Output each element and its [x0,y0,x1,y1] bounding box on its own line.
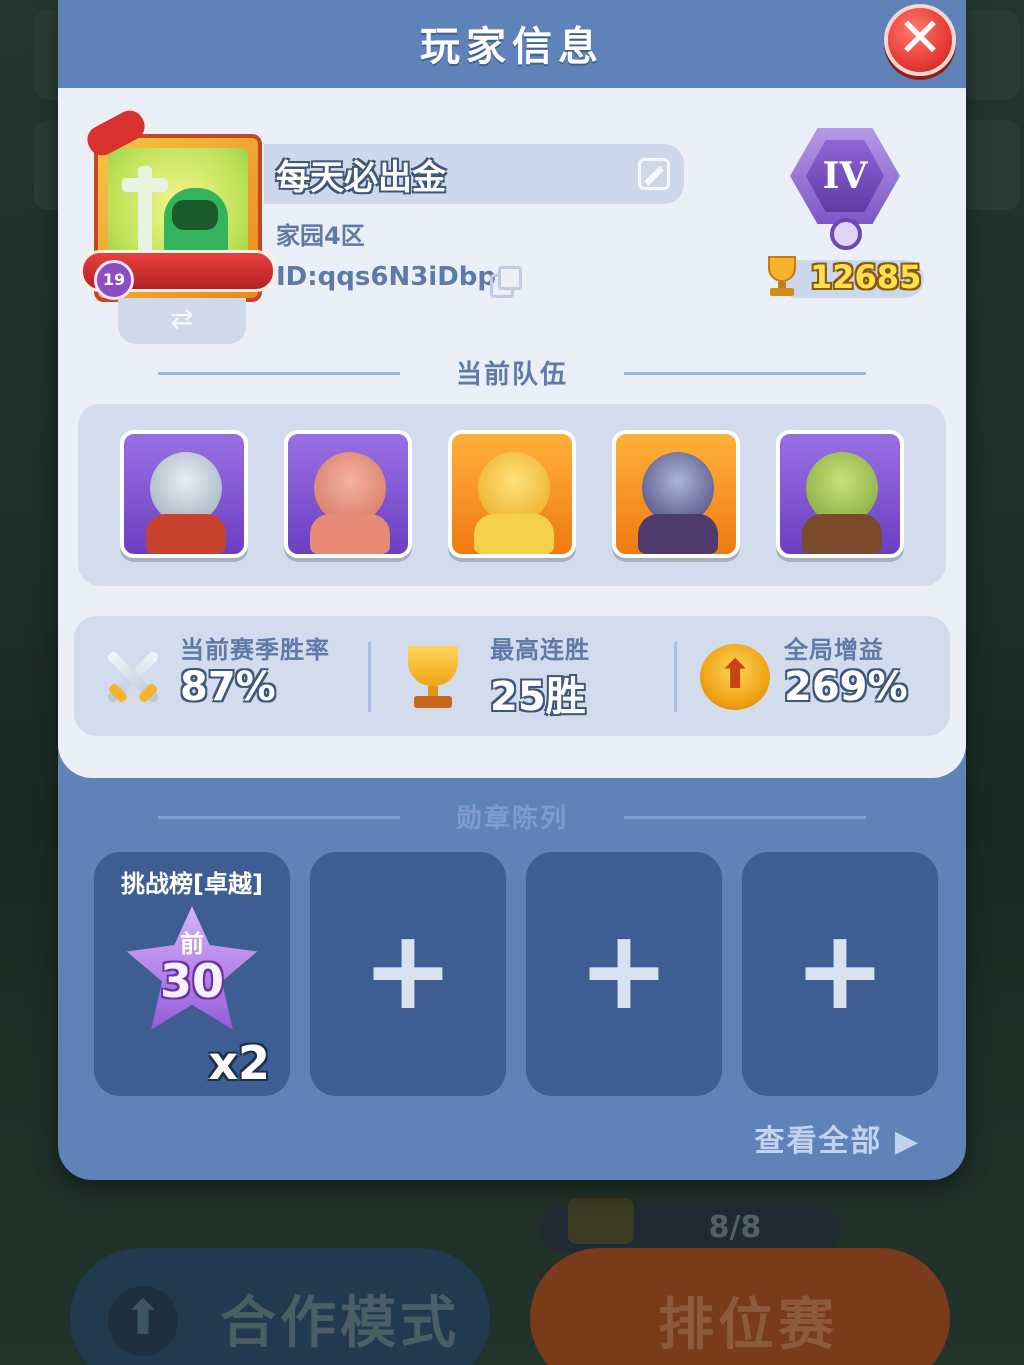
trophy-icon [400,642,466,712]
season-winrate-label: 当前赛季胜率 [180,636,330,664]
trophy-count: 12685 [810,258,922,296]
swap-icon: ⇄ [170,302,194,335]
ranked-button[interactable]: 排位赛 [530,1248,950,1365]
chest-icon [568,1198,634,1244]
medal-title: 挑战榜[卓越] [121,870,263,898]
close-button[interactable]: ✕ [884,4,956,76]
medal-slot-challenge[interactable]: 挑战榜[卓越] 前 30 x2 [94,852,290,1096]
medal-slot-empty[interactable]: + [526,852,722,1096]
medal-rank: 前 30 [124,924,260,1008]
max-streak-label: 最高连胜 [490,636,590,664]
hero-body [802,514,882,554]
team-section-header: 当前队伍 [158,354,866,394]
rank-badge[interactable]: IV [790,128,900,250]
trophy-icon [762,254,802,298]
avatar[interactable]: 19 [80,105,276,318]
swap-avatar-button[interactable]: ⇄ [118,298,246,344]
level-badge: 19 [94,260,134,300]
player-info-panel: 玩家信息 ✕ 19 ⇄ 每天必出金 家园4区 ID:qqs6N3iDbp IV … [58,0,966,1180]
server-name: 家园4区 [276,222,365,250]
copy-icon[interactable] [490,266,522,298]
global-bonus-value: 269% [784,664,908,710]
knight-hero[interactable] [120,430,248,558]
goblin-engineer-hero[interactable] [776,430,904,558]
medal-slot-empty[interactable]: + [310,852,506,1096]
view-all-label: 查看全部 [754,1124,883,1159]
divider [624,372,866,375]
dark-mage-hero[interactable] [612,430,740,558]
close-icon: ✕ [897,6,943,69]
coop-mode-label: 合作模式 [220,1291,460,1356]
hero-body [146,514,226,554]
medal-count: x2 [208,1036,270,1090]
upgrade-arrow-icon: ⬆ [700,644,770,710]
coop-mode-button[interactable]: ⬆ 合作模式 [70,1248,490,1365]
golden-winged-hero[interactable] [448,430,576,558]
global-bonus-label: 全局增益 [784,636,884,664]
medal-slot-empty[interactable]: + [742,852,938,1096]
player-name-bar: 每天必出金 [264,144,684,204]
background-tile [960,10,1020,100]
add-icon: + [577,906,671,1034]
divider [674,642,677,712]
divider [368,642,371,712]
play-arrow-icon: ▶ [882,1124,920,1159]
player-id: ID:qqs6N3iDbp [276,262,497,292]
medals-section-header: 勋章陈列 [158,798,866,838]
crossed-swords-icon [100,644,166,710]
player-name: 每天必出金 [276,158,446,198]
view-all-link[interactable]: 查看全部 ▶ [754,1116,920,1160]
arrow-up-icon: ⬆ [108,1286,178,1356]
panel-title: 玩家信息 [420,24,604,70]
background-tile [960,120,1020,210]
team-lineup [78,404,946,586]
add-icon: + [361,906,455,1034]
gem-icon [830,218,862,250]
player-info-card: 19 ⇄ 每天必出金 家园4区 ID:qqs6N3iDbp IV 12685 当… [58,88,966,778]
edit-icon[interactable] [638,158,670,190]
hero-body [474,514,554,554]
hero-body [310,514,390,554]
medal-rank-number: 30 [159,954,224,1008]
max-streak-value: 25胜 [490,674,586,720]
season-winrate-value: 87% [180,664,276,710]
orc-warrior-hero[interactable] [284,430,412,558]
add-icon: + [793,906,887,1034]
hero-body [638,514,718,554]
divider [624,816,866,819]
ranked-label: 排位赛 [658,1293,838,1358]
stats-panel: 当前赛季胜率 87% 最高连胜 25胜 ⬆ 全局增益 269% [74,616,950,736]
